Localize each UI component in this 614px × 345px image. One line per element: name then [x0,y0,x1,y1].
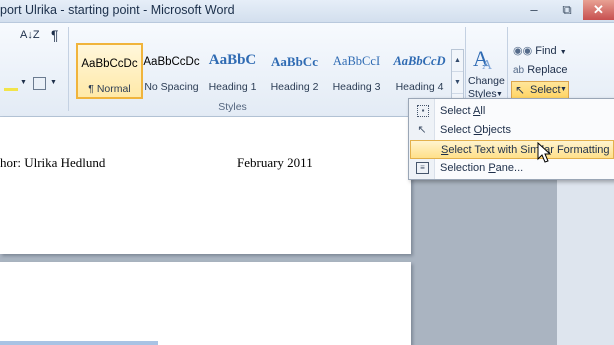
styles-group-label: Styles [218,101,247,113]
menu-item-label: Select Objects [440,124,511,136]
window-title: port Ulrika - starting point - Microsoft… [0,3,235,17]
select-label: Select [530,84,561,96]
author-line[interactable]: hor: Ulrika Hedlund [0,155,105,171]
menu-item-selection-pane[interactable]: ≡ Selection Pane... [410,159,614,178]
chevron-down-icon: ▼ [559,49,567,56]
style-name: Heading 2 [270,81,319,93]
change-styles-label-1: Change [468,75,505,87]
svg-text:A: A [482,58,493,71]
style-heading-4[interactable]: AaBbCcD Heading 4 [388,43,451,95]
change-styles-icon: A A [473,46,493,71]
find-label: Find [535,45,557,57]
style-sample: AaBbCcDc [143,56,200,68]
show-hide-icon[interactable]: ¶ [51,27,59,43]
borders-icon[interactable] [33,77,46,90]
text-selection-highlight [0,341,158,345]
select-menu: ▪ Select All ↖ Select Objects Select Tex… [408,98,614,180]
style-name: No Spacing [144,81,199,93]
style-sample: AaBbCcI [332,54,381,68]
close-button[interactable]: ✕ [583,0,614,20]
title-bar: port Ulrika - starting point - Microsoft… [0,0,614,23]
chevron-down-icon: ▼ [496,91,503,98]
scroll-up-icon[interactable]: ▲ [452,50,463,72]
style-heading-1[interactable]: AaBbC Heading 1 [201,43,264,95]
style-sample: AaBbCcD [393,54,446,68]
mouse-cursor-icon [537,142,552,163]
style-sample: AaBbC [208,52,257,68]
menu-item-select-all[interactable]: ▪ Select All [410,102,614,121]
menu-item-label: Select Text with Similar Formatting [441,144,610,156]
menu-item-select-objects[interactable]: ↖ Select Objects [410,121,614,140]
replace-label: Replace [527,64,568,76]
replace-icon: ab [513,65,525,76]
style-no-spacing[interactable]: AaBbCcDc No Spacing [140,43,203,95]
style-name: ¶ Normal [88,83,131,95]
menu-item-label: Selection Pane... [440,162,524,174]
style-normal[interactable]: AaBbCcDc ¶ Normal [76,43,143,99]
menu-item-label: Select All [440,105,486,117]
style-name: Heading 1 [208,81,257,93]
replace-button[interactable]: ab Replace [513,64,568,81]
chevron-down-icon: ▼ [560,86,567,93]
style-name: Heading 4 [395,81,444,93]
binoculars-icon: ◉◉ [513,45,533,57]
menu-item-select-similar-formatting[interactable]: Select Text with Similar Formatting [410,140,614,159]
select-all-icon: ▪ [417,105,429,117]
restore-button[interactable]: ⧉ [553,0,581,20]
change-styles-button[interactable]: A A Change Styles ▼ [467,45,505,103]
cursor-icon: ↖ [515,83,526,97]
chevron-down-icon[interactable]: ▼ [20,79,27,86]
style-sample: AaBbCc [271,54,318,69]
minimize-button[interactable]: – [520,0,548,20]
style-heading-3[interactable]: AaBbCcI Heading 3 [325,43,388,95]
group-separator [68,27,69,111]
style-name: Heading 3 [332,81,381,93]
style-heading-2[interactable]: AaBbCc Heading 2 [263,43,326,95]
style-sample: AaBbCcDc [81,58,138,70]
pointer-icon: ↖ [417,124,427,136]
date-text[interactable]: February 2011 [237,155,313,171]
shading-icon[interactable] [4,76,18,91]
page[interactable]: hor: Ulrika Hedlund February 2011 [0,117,411,254]
scroll-down-icon[interactable]: ▼ [452,72,463,94]
find-button[interactable]: ◉◉ Find ▼ [513,44,567,61]
sort-icon[interactable]: A↓Z [20,29,40,41]
selection-pane-icon: ≡ [416,162,429,174]
page[interactable] [0,262,411,345]
chevron-down-icon[interactable]: ▼ [50,79,57,86]
